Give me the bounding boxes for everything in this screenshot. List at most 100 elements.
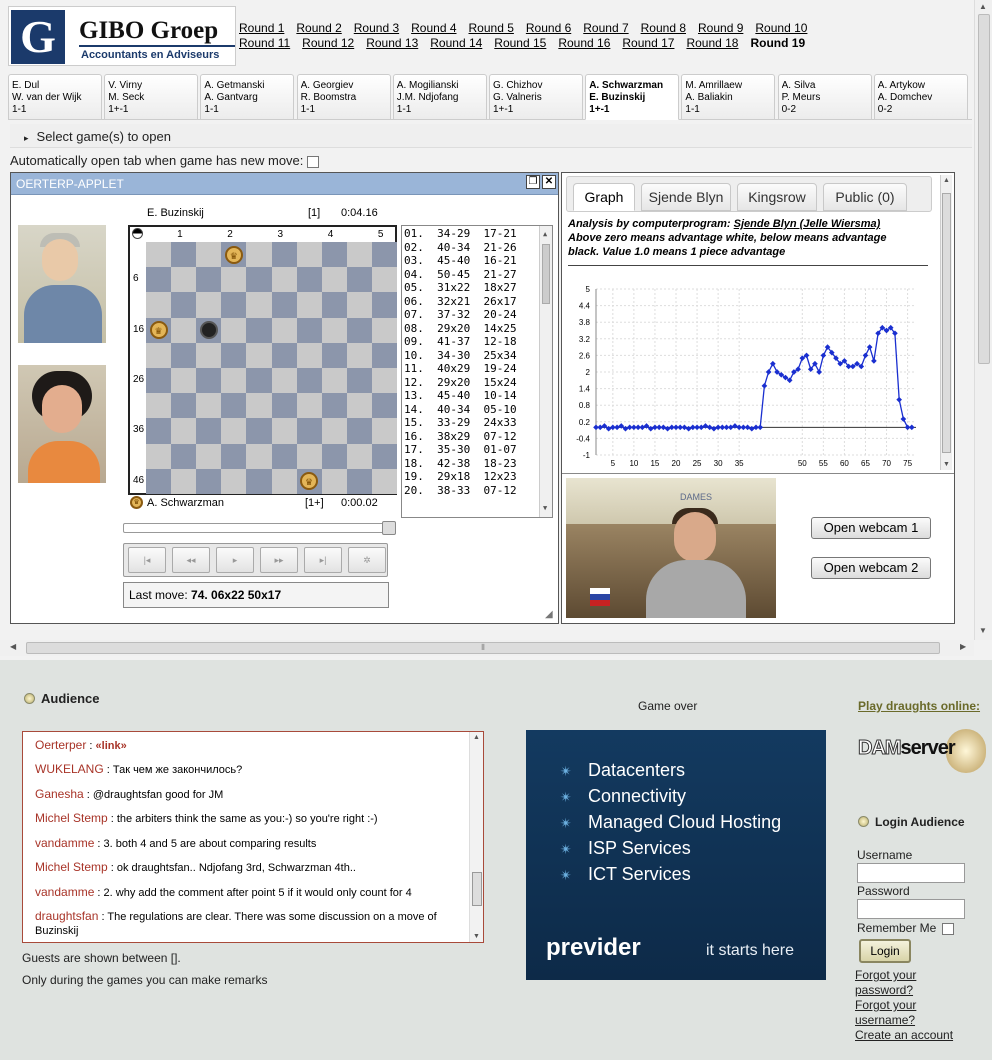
round-link[interactable]: Round 9 [698, 21, 743, 36]
board-square[interactable] [246, 317, 272, 343]
round-link[interactable]: Round 8 [641, 21, 686, 36]
game-tab[interactable]: A. Artykow A. Domchev 0-2 [873, 74, 968, 120]
board-square[interactable] [196, 468, 222, 494]
last-button[interactable]: ▸| [304, 547, 342, 573]
board-square[interactable] [371, 242, 397, 268]
previder-ad[interactable]: ✴ Datacenters ✴ Connectivity ✴ Managed Cloud … [526, 730, 826, 980]
scroll-up-icon[interactable]: ▲ [943, 177, 950, 184]
round-link[interactable]: Round 12 [302, 36, 354, 51]
board-square[interactable] [271, 468, 297, 494]
move-line[interactable]: 11. 40x29 19-24 [404, 362, 550, 376]
username-input[interactable] [857, 863, 965, 883]
scroll-left-icon[interactable]: ◀ [10, 642, 16, 651]
round-link[interactable]: Round 4 [411, 21, 456, 36]
board-square[interactable] [146, 342, 172, 368]
board-square[interactable] [321, 418, 347, 444]
board-square[interactable] [171, 267, 197, 293]
page-scroll-thumb[interactable] [978, 14, 990, 364]
round-link[interactable]: Round 10 [755, 21, 807, 36]
round-link[interactable]: Round 18 [686, 36, 738, 51]
round-link[interactable]: Round 3 [354, 21, 399, 36]
board-square[interactable] [296, 393, 322, 419]
board-square[interactable] [171, 418, 197, 444]
board-square[interactable] [371, 443, 397, 469]
board-square[interactable] [171, 292, 197, 318]
game-tab[interactable]: A. Getmanski A. Gantvarg 1-1 [200, 74, 295, 120]
board-square[interactable] [346, 368, 372, 394]
login-button[interactable]: Login [859, 939, 911, 963]
move-line[interactable]: 01. 34-29 17-21 [404, 227, 550, 241]
round-link[interactable]: Round 6 [526, 21, 571, 36]
settings-button[interactable]: ✲ [348, 547, 386, 573]
board-square[interactable] [321, 342, 347, 368]
play-online-link[interactable]: Play draughts online: [858, 699, 980, 713]
board-square[interactable] [321, 443, 347, 469]
chat-username[interactable]: Michel Stemp [35, 860, 108, 874]
board-square[interactable] [221, 317, 247, 343]
board-square[interactable] [171, 393, 197, 419]
board-square[interactable] [246, 443, 272, 469]
tab-public-0[interactable]: Public (0) [823, 183, 907, 211]
chat-link[interactable]: «link» [96, 740, 127, 752]
move-line[interactable]: 14. 40-34 05-10 [404, 403, 550, 417]
board-square[interactable] [271, 317, 297, 343]
board-square[interactable] [346, 443, 372, 469]
tab-graph[interactable]: Graph [573, 183, 635, 211]
move-slider[interactable] [123, 521, 396, 535]
board-square[interactable] [221, 418, 247, 444]
board-square[interactable] [221, 342, 247, 368]
move-line[interactable]: 12. 29x20 15x24 [404, 376, 550, 390]
move-line[interactable]: 08. 29x20 14x25 [404, 322, 550, 336]
move-slider-knob[interactable] [382, 521, 396, 535]
board-square[interactable] [346, 342, 372, 368]
board-square[interactable] [321, 368, 347, 394]
board-square[interactable] [221, 393, 247, 419]
game-tab[interactable]: M. Amrillaew A. Baliakin 1-1 [681, 74, 776, 120]
scroll-down-icon[interactable]: ▼ [943, 461, 950, 468]
board-square[interactable] [371, 418, 397, 444]
play-button[interactable]: ▸ [216, 547, 254, 573]
move-list-scrollbar[interactable]: ▲ ▼ [539, 226, 552, 517]
board-square[interactable] [371, 468, 397, 494]
board-square[interactable] [296, 342, 322, 368]
board-square[interactable] [346, 292, 372, 318]
close-icon[interactable]: ✕ [542, 175, 556, 189]
chat-username[interactable]: WUKELANG [35, 762, 104, 776]
game-tab[interactable]: A. Georgiev R. Boomstra 1-1 [296, 74, 391, 120]
program-link[interactable]: Sjende Blyn (Jelle Wiersma) [734, 218, 881, 230]
board-square[interactable] [296, 292, 322, 318]
board-square[interactable] [271, 342, 297, 368]
board-square[interactable] [196, 292, 222, 318]
board-square[interactable] [271, 418, 297, 444]
move-line[interactable]: 06. 32x21 26x17 [404, 295, 550, 309]
board-square[interactable] [171, 468, 197, 494]
move-line[interactable]: 05. 31x22 18x27 [404, 281, 550, 295]
board-square[interactable] [271, 368, 297, 394]
board-square[interactable] [321, 292, 347, 318]
board-square[interactable] [221, 292, 247, 318]
board-square[interactable] [246, 368, 272, 394]
board-square[interactable] [221, 443, 247, 469]
board-square[interactable] [146, 468, 172, 494]
remember-me-checkbox[interactable] [942, 922, 955, 935]
board-square[interactable] [196, 393, 222, 419]
board-square[interactable] [346, 393, 372, 419]
board-square[interactable] [296, 443, 322, 469]
board-square[interactable] [271, 393, 297, 419]
forgot-password-link[interactable]: Forgot your password? [855, 968, 916, 998]
scroll-up-icon[interactable]: ▲ [979, 2, 987, 11]
draughts-board[interactable]: 12345 6 16 26 36 46 ♛ ♛ ♛ [128, 225, 397, 495]
scroll-right-icon[interactable]: ▶ [960, 642, 966, 651]
scroll-up-icon[interactable]: ▲ [473, 734, 480, 741]
board-square[interactable] [171, 317, 197, 343]
round-link[interactable]: Round 14 [430, 36, 482, 51]
board-square[interactable] [171, 368, 197, 394]
board-square[interactable] [346, 317, 372, 343]
prev-button[interactable]: ◂◂ [172, 547, 210, 573]
open-webcam-2-button[interactable]: Open webcam 2 [811, 557, 931, 579]
round-link[interactable]: Round 7 [583, 21, 628, 36]
board-square[interactable] [221, 468, 247, 494]
page-vertical-scrollbar[interactable]: ▲ ▼ [974, 0, 992, 640]
board-square[interactable] [146, 443, 172, 469]
board-square[interactable] [371, 342, 397, 368]
